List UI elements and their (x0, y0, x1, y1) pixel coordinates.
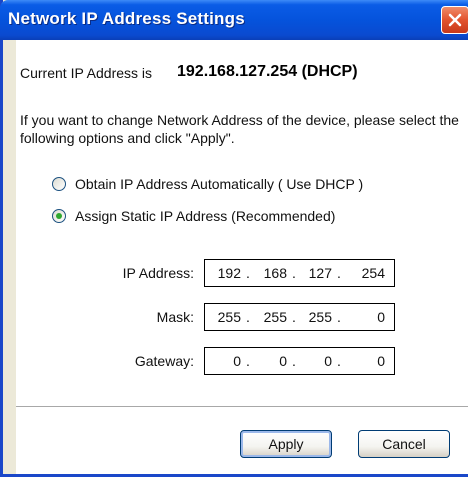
dot-separator: . (246, 309, 250, 325)
apply-button[interactable]: Apply (240, 430, 332, 458)
gateway-octet-4[interactable]: 0 (351, 353, 385, 369)
mask-input[interactable]: 255 . 255 . 255 . 0 (204, 303, 395, 331)
ip-octet-4[interactable]: 254 (351, 265, 385, 281)
dialog-window: Network IP Address Settings Current IP A… (0, 0, 468, 477)
gateway-octet-3[interactable]: 0 (298, 353, 332, 369)
dot-separator: . (246, 353, 250, 369)
radio-dhcp[interactable] (52, 177, 66, 191)
radio-static-label[interactable]: Assign Static IP Address (Recommended) (75, 208, 335, 224)
close-icon (448, 13, 462, 27)
ip-octet-2[interactable]: 168 (253, 265, 287, 281)
ip-address-input[interactable]: 192 . 168 . 127 . 254 (204, 259, 395, 287)
gateway-octet-1[interactable]: 0 (207, 353, 241, 369)
divider (16, 406, 468, 408)
mask-octet-1[interactable]: 255 (207, 309, 241, 325)
current-ip-value: 192.168.127.254 (DHCP) (177, 63, 358, 80)
mask-octet-3[interactable]: 255 (298, 309, 332, 325)
dot-separator: . (292, 353, 296, 369)
current-ip-label: Current IP Address is (20, 65, 153, 81)
dot-separator: . (337, 309, 341, 325)
cancel-button[interactable]: Cancel (358, 430, 450, 458)
instructions-text: If you want to change Network Address of… (20, 112, 459, 146)
mask-octet-4[interactable]: 0 (351, 309, 385, 325)
dot-separator: . (337, 265, 341, 281)
mask-octet-2[interactable]: 255 (253, 309, 287, 325)
gateway-octet-2[interactable]: 0 (253, 353, 287, 369)
close-button[interactable] (441, 6, 468, 34)
radio-option-dhcp[interactable]: Obtain IP Address Automatically ( Use DH… (52, 174, 363, 194)
radio-option-static[interactable]: Assign Static IP Address (Recommended) (52, 206, 335, 226)
ip-address-label: IP Address: (122, 265, 194, 281)
ip-octet-1[interactable]: 192 (207, 265, 241, 281)
ip-octet-3[interactable]: 127 (298, 265, 332, 281)
title-bar[interactable]: Network IP Address Settings (0, 0, 468, 40)
radio-static[interactable] (52, 209, 66, 223)
dot-separator: . (337, 353, 341, 369)
dialog-content: Current IP Address is 192.168.127.254 (D… (16, 40, 468, 474)
mask-label: Mask: (156, 309, 194, 325)
window-title: Network IP Address Settings (8, 9, 245, 28)
dot-separator: . (292, 265, 296, 281)
gateway-label: Gateway: (134, 353, 194, 369)
dot-separator: . (292, 309, 296, 325)
dot-separator: . (246, 265, 250, 281)
gateway-input[interactable]: 0 . 0 . 0 . 0 (204, 347, 395, 375)
radio-dhcp-label[interactable]: Obtain IP Address Automatically ( Use DH… (75, 176, 363, 192)
